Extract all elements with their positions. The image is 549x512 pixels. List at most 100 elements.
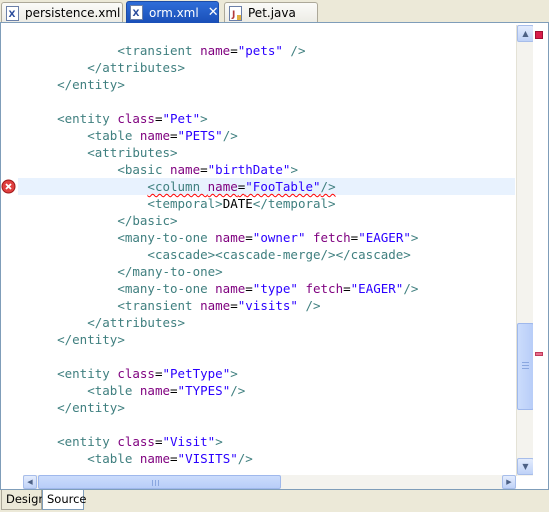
code-token: /> xyxy=(403,281,419,296)
code-line[interactable] xyxy=(18,348,515,365)
code-line[interactable]: <transient name="visits" /> xyxy=(18,297,515,314)
error-annotation-marker[interactable] xyxy=(535,352,543,356)
code-line[interactable] xyxy=(18,416,515,433)
tab-design[interactable]: Design xyxy=(1,490,46,510)
code-line[interactable]: <many-to-one name="type" fetch="EAGER"/> xyxy=(18,280,515,297)
code-token: <temporal> xyxy=(147,196,223,211)
code-token: "owner" xyxy=(252,230,306,245)
code-token: "TYPES" xyxy=(177,383,231,398)
java-file-icon: J xyxy=(228,5,242,21)
code-line[interactable]: <table name="TYPES"/> xyxy=(18,382,515,399)
code-token: name xyxy=(139,451,171,466)
code-token: <many-to-one xyxy=(117,281,216,296)
code-token: <column xyxy=(147,179,208,194)
code-token: class xyxy=(117,366,155,381)
code-line[interactable]: <many-to-one name="owner" fetch="EAGER"> xyxy=(18,229,515,246)
code-token: </temporal> xyxy=(252,196,336,211)
code-token: = xyxy=(170,383,178,398)
code-token: <table xyxy=(87,128,140,143)
editor-tab-bar: X persistence.xml X orm.xml ✕ J Pet.java xyxy=(0,0,549,23)
code-token: <entity xyxy=(57,111,118,126)
code-line[interactable]: <transient name="pets" /> xyxy=(18,42,515,59)
scroll-up-button[interactable]: ▲ xyxy=(517,25,534,42)
code-token: <attributes> xyxy=(87,145,178,160)
editor-window: X persistence.xml X orm.xml ✕ J Pet.java xyxy=(0,0,549,512)
code-token: "Pet" xyxy=(162,111,201,126)
code-line[interactable]: </attributes> xyxy=(18,59,515,76)
code-line[interactable]: </basic> xyxy=(18,212,515,229)
code-token: name xyxy=(200,43,231,58)
editor-page-tabs: Design Source xyxy=(0,490,549,512)
tab-persistence-xml[interactable]: X persistence.xml xyxy=(1,2,123,23)
code-token: "VISITS" xyxy=(177,451,238,466)
code-line[interactable] xyxy=(18,93,515,110)
tab-pet-java[interactable]: J Pet.java xyxy=(224,2,318,23)
code-token: "EAGER" xyxy=(358,230,411,245)
vertical-scroll-thumb[interactable] xyxy=(517,323,534,410)
code-token: <many-to-one xyxy=(117,230,216,245)
code-token: "pets" xyxy=(237,43,283,58)
code-line[interactable]: </entity> xyxy=(18,331,515,348)
code-token: </entity> xyxy=(57,400,125,415)
code-line[interactable]: <table name="PETS"/> xyxy=(18,127,515,144)
code-token: /> xyxy=(222,128,238,143)
code-line[interactable]: </entity> xyxy=(18,399,515,416)
code-line[interactable]: <table name="VISITS"/> xyxy=(18,450,515,467)
code-token: <transient xyxy=(117,298,201,313)
code-token: </basic> xyxy=(117,213,178,228)
code-line[interactable]: <entity class="Visit"> xyxy=(18,433,515,450)
vertical-ruler xyxy=(1,25,17,470)
code-token: <basic xyxy=(117,162,170,177)
code-line[interactable]: </many-to-one> xyxy=(18,263,515,280)
code-line[interactable]: <entity class="Pet"> xyxy=(18,110,515,127)
error-icon[interactable] xyxy=(1,179,16,198)
code-token: name xyxy=(170,162,201,177)
tab-orm-xml[interactable]: X orm.xml ✕ xyxy=(126,1,219,23)
scroll-right-button[interactable]: ▶ xyxy=(502,475,516,489)
code-line[interactable]: <column name="FooTable"/> xyxy=(18,178,515,195)
code-line[interactable]: <entity class="PetType"> xyxy=(18,365,515,382)
code-token: = xyxy=(154,111,163,126)
code-token: = xyxy=(230,43,238,58)
code-token: "FooTable" xyxy=(245,179,321,194)
scroll-left-button[interactable]: ◀ xyxy=(23,475,37,489)
code-token: class xyxy=(117,434,155,449)
code-token: = xyxy=(170,128,178,143)
code-line[interactable]: <cascade><cascade-merge/></cascade> xyxy=(18,246,515,263)
code-line[interactable]: <temporal>DATE</temporal> xyxy=(18,195,515,212)
horizontal-scrollbar[interactable]: ◀ ▶ xyxy=(23,475,516,489)
code-token: "visits" xyxy=(237,298,298,313)
code-token: > xyxy=(290,162,298,177)
error-summary-icon[interactable] xyxy=(535,31,543,39)
code-line[interactable]: <attributes> xyxy=(18,144,515,161)
code-line[interactable]: <basic name="birthDate"> xyxy=(18,161,515,178)
vertical-scrollbar[interactable]: ▲ ▼ xyxy=(516,25,534,476)
overview-ruler[interactable] xyxy=(533,25,548,478)
tab-source[interactable]: Source xyxy=(42,490,87,510)
code-area[interactable]: <transient name="pets" /> </attributes> … xyxy=(18,25,515,477)
code-token: fetch xyxy=(305,281,344,296)
svg-text:X: X xyxy=(133,9,140,19)
code-token: </entity> xyxy=(57,77,125,92)
code-line[interactable]: </attributes> xyxy=(18,314,515,331)
code-token: "Visit" xyxy=(162,434,216,449)
horizontal-scroll-thumb[interactable] xyxy=(38,475,281,489)
scroll-down-button[interactable]: ▼ xyxy=(517,458,534,475)
close-icon[interactable]: ✕ xyxy=(208,6,219,19)
code-line[interactable]: </entity> xyxy=(18,76,515,93)
